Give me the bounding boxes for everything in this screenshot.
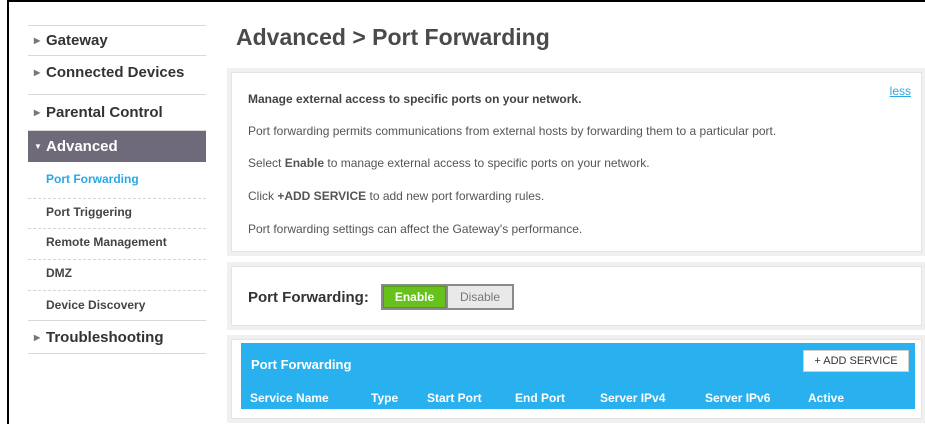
chevron-down-icon: ▼	[34, 142, 42, 151]
sidebar-item-advanced[interactable]: ▼ Advanced	[28, 130, 206, 162]
sidebar-item-troubleshooting[interactable]: ▶ Troubleshooting	[28, 320, 206, 354]
column-header-type: Type	[371, 391, 399, 405]
column-header-active: Active	[808, 391, 845, 405]
info-line-4: Port forwarding settings can affect the …	[248, 222, 583, 236]
sidebar-subitem-remote-management[interactable]: Remote Management	[28, 228, 206, 254]
add-service-button[interactable]: + ADD SERVICE	[803, 350, 909, 372]
sidebar-item-parental-control[interactable]: ▶ Parental Control	[28, 94, 206, 130]
sidebar-subitem-label: Port Forwarding	[46, 172, 139, 186]
enable-button[interactable]: Enable	[383, 286, 446, 308]
less-link[interactable]: less	[890, 84, 911, 98]
info-line-2-pre: Select	[248, 156, 285, 170]
chevron-right-icon: ▶	[34, 36, 41, 45]
column-header-server-ipv6: Server IPv6	[705, 391, 771, 405]
port-forwarding-toggle-label: Port Forwarding:	[248, 289, 369, 306]
sidebar-subitem-label: Device Discovery	[46, 297, 146, 312]
chevron-right-icon: ▶	[34, 108, 41, 117]
port-forwarding-table-panel: Port Forwarding + ADD SERVICE Service Na…	[231, 339, 922, 419]
port-forwarding-toggle-panel: Port Forwarding: Enable Disable	[231, 266, 922, 326]
sidebar-item-label: Parental Control	[46, 104, 163, 121]
info-line-2-post: to manage external access to specific po…	[324, 156, 650, 170]
column-header-start-port: Start Port	[427, 391, 482, 405]
disable-button[interactable]: Disable	[448, 286, 512, 308]
page-title: Advanced > Port Forwarding	[236, 24, 550, 50]
column-header-end-port: End Port	[515, 391, 565, 405]
info-line-3-bold: +ADD SERVICE	[277, 189, 367, 203]
info-line-3-pre: Click	[248, 189, 278, 203]
port-forwarding-toggle: Enable Disable	[381, 284, 514, 310]
table-header: Port Forwarding + ADD SERVICE Service Na…	[241, 343, 915, 409]
sidebar-subitem-label: Remote Management	[46, 234, 167, 249]
column-header-service-name: Service Name	[250, 391, 329, 405]
sidebar-item-gateway[interactable]: ▶ Gateway	[28, 25, 206, 55]
info-panel: less Manage external access to specific …	[231, 72, 922, 252]
sidebar-subitem-dmz[interactable]: DMZ	[28, 259, 206, 285]
info-line-2-bold: Enable	[284, 156, 325, 170]
chevron-right-icon: ▶	[34, 68, 41, 77]
sidebar-subitem-label: Port Triggering	[46, 204, 133, 219]
sidebar-item-label: Gateway	[46, 32, 108, 49]
sidebar-subitem-port-triggering[interactable]: Port Triggering	[28, 198, 206, 224]
info-line-3: Click +ADD SERVICE to add new port forwa…	[248, 189, 544, 203]
info-line-2: Select Enable to manage external access …	[248, 156, 650, 170]
info-heading: Manage external access to specific ports…	[248, 92, 582, 106]
sidebar-subitem-port-forwarding[interactable]: Port Forwarding	[28, 167, 206, 191]
sidebar-subitem-device-discovery[interactable]: Device Discovery	[28, 290, 206, 318]
chevron-right-icon: ▶	[34, 332, 41, 342]
sidebar-item-label: Advanced	[46, 138, 118, 155]
column-header-server-ipv4: Server IPv4	[600, 391, 666, 405]
sidebar-item-label: Connected Devices	[46, 64, 185, 81]
sidebar-item-connected-devices[interactable]: ▶ Connected Devices	[28, 55, 206, 89]
table-title: Port Forwarding	[251, 357, 352, 372]
sidebar-item-label: Troubleshooting	[46, 328, 164, 346]
info-line-1: Port forwarding permits communications f…	[248, 124, 777, 138]
sidebar-subitem-label: DMZ	[46, 265, 72, 280]
info-line-3-post: to add new port forwarding rules.	[366, 189, 545, 203]
